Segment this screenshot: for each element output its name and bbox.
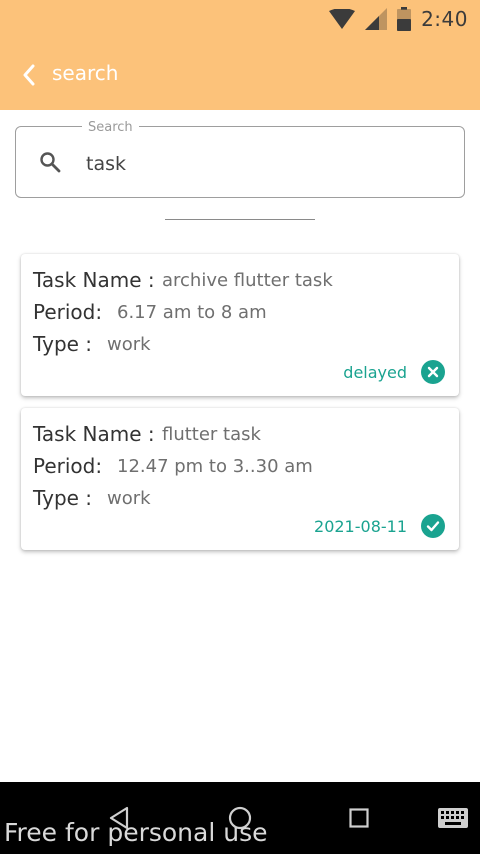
check-circle-icon[interactable]	[421, 514, 445, 538]
task-type-label: Type :	[33, 332, 93, 356]
task-name-label: Task Name :	[33, 268, 155, 292]
task-status: delayed	[343, 363, 407, 382]
page-title: search	[52, 61, 119, 85]
search-icon	[40, 152, 61, 173]
task-type-label: Type :	[33, 486, 93, 510]
task-name: archive flutter task	[162, 270, 333, 291]
task-date: 2021-08-11	[314, 517, 407, 536]
cancel-circle-icon[interactable]	[421, 360, 445, 384]
recents-square-icon[interactable]	[349, 808, 369, 828]
search-label: Search	[82, 120, 139, 135]
wifi-icon	[329, 9, 356, 29]
divider	[165, 219, 315, 220]
keyboard-icon[interactable]	[438, 808, 468, 828]
task-period-label: Period:	[33, 454, 103, 478]
screen: 2:40 search Search Task Name : archive f…	[0, 0, 480, 854]
status-icons: 2:40	[329, 6, 468, 32]
task-card[interactable]: Task Name : flutter task Period: 12.47 p…	[21, 408, 459, 550]
app-bar: search	[0, 38, 480, 110]
task-period: 6.17 am to 8 am	[117, 302, 267, 323]
task-type: work	[107, 488, 151, 509]
battery-icon	[397, 7, 412, 31]
task-type: work	[107, 334, 151, 355]
task-period-label: Period:	[33, 300, 103, 324]
chevron-left-icon	[23, 64, 35, 86]
task-name: flutter task	[162, 424, 261, 445]
task-card[interactable]: Task Name : archive flutter task Period:…	[21, 254, 459, 396]
search-field[interactable]: Search	[15, 120, 465, 198]
task-period: 12.47 pm to 3..30 am	[117, 456, 313, 477]
signal-icon	[365, 8, 388, 30]
back-button[interactable]	[14, 60, 44, 90]
status-time: 2:40	[421, 7, 468, 31]
watermark: Free for personal use	[4, 818, 268, 847]
status-bar: 2:40	[0, 0, 480, 38]
search-input[interactable]	[86, 149, 446, 179]
task-name-label: Task Name :	[33, 422, 155, 446]
